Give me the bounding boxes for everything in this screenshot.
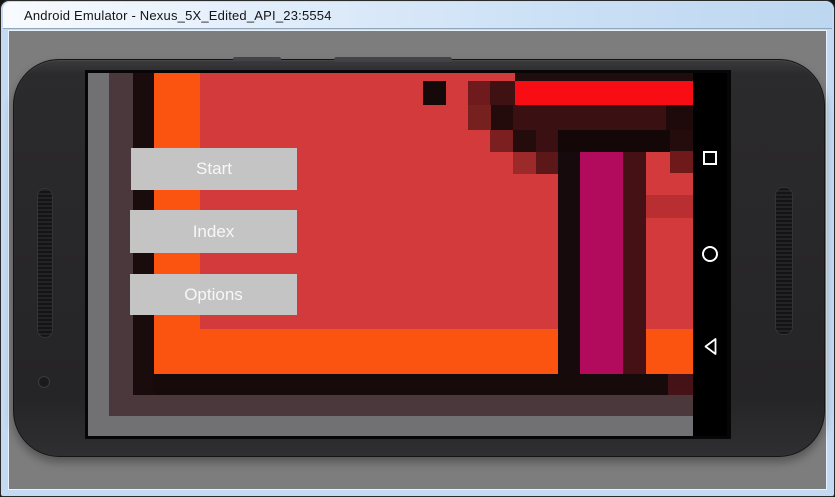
game-pixel-rect [490, 130, 513, 152]
game-pixel-rect [88, 416, 693, 436]
game-pixel-rect [154, 374, 693, 395]
options-button[interactable]: Options [130, 274, 297, 315]
recents-square-icon [703, 151, 717, 165]
game-pixel-rect [536, 152, 558, 174]
back-triangle-icon [703, 337, 718, 356]
home-button[interactable] [693, 234, 727, 274]
phone-screen: Start Index Options [88, 73, 727, 436]
home-circle-icon [702, 246, 718, 262]
back-button[interactable] [693, 326, 727, 366]
game-pixel-rect [88, 73, 109, 436]
game-pixel-rect [491, 105, 513, 130]
index-button-label: Index [193, 222, 235, 242]
android-navbar [693, 73, 727, 436]
game-pixel-rect [646, 195, 693, 218]
game-pixel-rect [513, 152, 536, 174]
game-screen[interactable] [88, 73, 693, 436]
game-pixel-rect [515, 73, 693, 81]
window-titlebar[interactable]: Android Emulator - Nexus_5X_Edited_API_2… [3, 2, 832, 29]
camera-slot-icon [334, 57, 452, 62]
game-pixel-rect [468, 105, 491, 130]
game-pixel-rect [558, 130, 670, 152]
window-title: Android Emulator - Nexus_5X_Edited_API_2… [24, 8, 332, 23]
phone-skin: Start Index Options [13, 59, 825, 457]
start-button[interactable]: Start [131, 148, 297, 190]
game-pixel-rect [670, 151, 693, 173]
game-pixel-rect [536, 130, 558, 152]
options-button-label: Options [184, 285, 243, 305]
game-pixel-rect [109, 395, 693, 416]
game-pixel-rect [490, 81, 515, 105]
game-pixel-rect [666, 105, 693, 130]
index-button[interactable]: Index [130, 210, 297, 253]
emulator-window: Android Emulator - Nexus_5X_Edited_API_2… [0, 0, 835, 497]
recents-button[interactable] [693, 138, 727, 178]
start-button-label: Start [196, 159, 232, 179]
game-pixel-rect [580, 152, 623, 374]
game-pixel-rect [558, 152, 580, 395]
speaker-grille-right [775, 187, 793, 335]
screen-frame: Start Index Options [85, 70, 731, 439]
game-pixel-rect [515, 81, 693, 105]
game-pixel-rect [468, 81, 490, 105]
emulator-content-area: Start Index Options [8, 30, 827, 490]
game-pixel-rect [623, 152, 646, 374]
speaker-grille-left [37, 188, 53, 338]
game-pixel-rect [423, 81, 446, 105]
earpiece-slot-icon [233, 57, 281, 61]
game-pixel-rect [668, 374, 693, 395]
microphone-dot [38, 376, 50, 388]
